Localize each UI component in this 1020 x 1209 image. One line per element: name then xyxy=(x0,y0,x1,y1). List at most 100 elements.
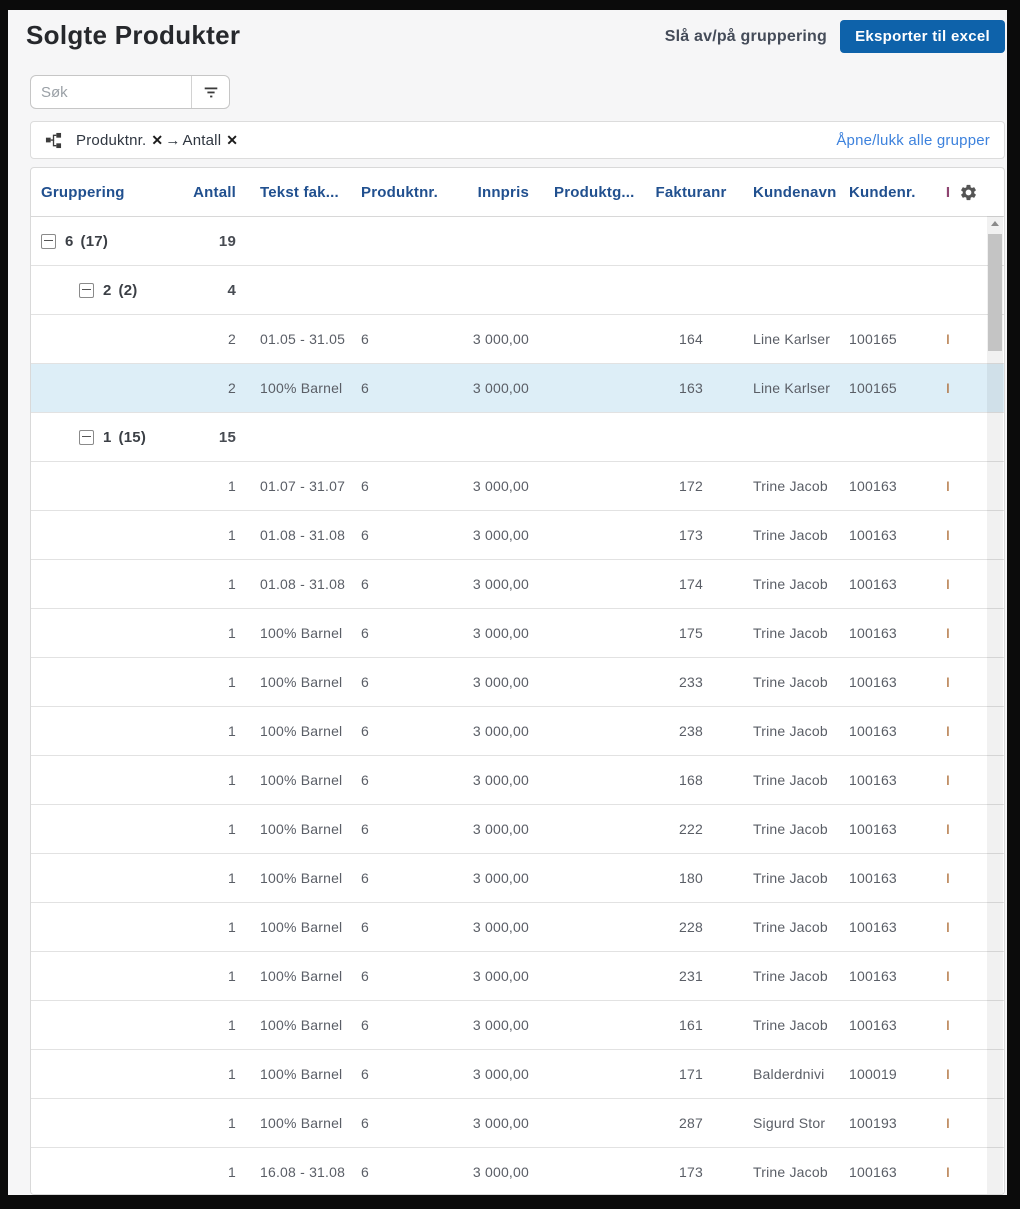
tekst-faktura-cell: 100% Barnel xyxy=(260,723,343,739)
tekst-faktura-cell: 100% Barnel xyxy=(260,1066,343,1082)
produktnr-cell: 6 xyxy=(361,1164,369,1180)
filter-button[interactable] xyxy=(191,76,229,108)
collapse-group-icon[interactable] xyxy=(41,233,56,249)
table-row[interactable]: 2 01.05 - 31.05 6 3 000,00 164 Line Karlser 10… xyxy=(31,315,1004,364)
fakturanr-cell: 168 xyxy=(679,772,703,788)
table-row[interactable]: 1 100% Barnel 6 3 000,00 222 Trine Jacob 10016… xyxy=(31,805,1004,854)
filter-icon xyxy=(202,83,220,101)
table-row[interactable]: 1 100% Barnel 6 3 000,00 161 Trine Jacob 10016… xyxy=(31,1001,1004,1050)
kundenavn-cell: Sigurd Stor xyxy=(753,1115,826,1131)
antall-cell: 1 xyxy=(228,576,236,592)
scroll-up-arrow-icon[interactable] xyxy=(991,221,999,226)
kundenavn-cell: Trine Jacob xyxy=(753,527,828,543)
kundenavn-cell: Trine Jacob xyxy=(753,478,828,494)
row-i-marker: I xyxy=(945,821,951,837)
products-table: Gruppering Antall Tekst fak... Produktnr. In… xyxy=(30,167,1005,1195)
produktnr-cell: 6 xyxy=(361,576,369,592)
innpris-cell: 3 000,00 xyxy=(472,772,529,788)
kundenr-cell: 100163 xyxy=(849,625,897,641)
tekst-faktura-cell: 01.08 - 31.08 xyxy=(260,576,346,592)
table-row[interactable]: 1 100% Barnel 6 3 000,00 171 Balderdnivi 10001… xyxy=(31,1050,1004,1099)
row-i-marker: I xyxy=(945,1066,951,1082)
table-body: 6 (17) 19 2 (2) 4 2 01.05 - 31.05 6 3 000,00 164 Li… xyxy=(31,217,1004,1194)
table-header-row: Gruppering Antall Tekst fak... Produktnr. In… xyxy=(31,168,1004,217)
fakturanr-cell: 238 xyxy=(679,723,703,739)
kundenavn-cell: Trine Jacob xyxy=(753,870,828,886)
table-row[interactable]: 1 100% Barnel 6 3 000,00 231 Trine Jacob 10016… xyxy=(31,952,1004,1001)
kundenr-cell: 100163 xyxy=(849,870,897,886)
column-settings-gear-icon[interactable] xyxy=(959,183,978,202)
table-row[interactable]: 1 100% Barnel 6 3 000,00 238 Trine Jacob 10016… xyxy=(31,707,1004,756)
vertical-scrollbar[interactable] xyxy=(987,216,1003,1194)
column-header-antall[interactable]: Antall xyxy=(191,184,236,201)
remove-group-icon[interactable]: ✕ xyxy=(151,132,163,149)
row-i-marker: I xyxy=(945,1164,951,1180)
collapse-group-icon[interactable] xyxy=(79,282,94,298)
remove-group-icon[interactable]: ✕ xyxy=(226,132,238,149)
table-row[interactable]: 1 16.08 - 31.08 6 3 000,00 173 Trine Jacob 100… xyxy=(31,1148,1004,1194)
fakturanr-cell: 171 xyxy=(679,1066,703,1082)
grouping-bar: Produktnr. ✕ → Antall ✕ Åpne/lukk alle g… xyxy=(30,121,1005,159)
innpris-cell: 3 000,00 xyxy=(472,674,529,690)
table-row[interactable]: 1 01.07 - 31.07 6 3 000,00 172 Trine Jacob 100… xyxy=(31,462,1004,511)
column-header-i[interactable]: I xyxy=(941,184,955,201)
innpris-cell: 3 000,00 xyxy=(472,1115,529,1131)
group-row[interactable]: 6 (17) 19 xyxy=(31,217,1004,266)
row-i-marker: I xyxy=(945,919,951,935)
kundenavn-cell: Trine Jacob xyxy=(753,821,828,837)
produktnr-cell: 6 xyxy=(361,968,369,984)
fakturanr-cell: 164 xyxy=(679,331,703,347)
table-row[interactable]: 1 01.08 - 31.08 6 3 000,00 173 Trine Jacob 100… xyxy=(31,511,1004,560)
antall-cell: 1 xyxy=(228,1066,236,1082)
fakturanr-cell: 222 xyxy=(679,821,703,837)
table-row[interactable]: 1 01.08 - 31.08 6 3 000,00 174 Trine Jacob 100… xyxy=(31,560,1004,609)
collapse-group-icon[interactable] xyxy=(79,429,94,445)
column-header-tekst-fak[interactable]: Tekst fak... xyxy=(260,184,356,201)
produktnr-cell: 6 xyxy=(361,380,369,396)
table-row[interactable]: 2 100% Barnel 6 3 000,00 163 Line Karlser 1001… xyxy=(31,364,1004,413)
group-chip-antall[interactable]: Antall ✕ xyxy=(183,132,239,149)
group-row[interactable]: 2 (2) 4 xyxy=(31,266,1004,315)
toggle-grouping-button[interactable]: Slå av/på gruppering xyxy=(665,28,827,46)
column-header-kundenavn[interactable]: Kundenavn xyxy=(753,184,843,201)
tekst-faktura-cell: 100% Barnel xyxy=(260,1017,343,1033)
column-header-innpris[interactable]: Innpris xyxy=(461,184,529,201)
fakturanr-cell: 173 xyxy=(679,527,703,543)
tekst-faktura-cell: 100% Barnel xyxy=(260,870,343,886)
fakturanr-cell: 233 xyxy=(679,674,703,690)
fakturanr-cell: 175 xyxy=(679,625,703,641)
table-row[interactable]: 1 100% Barnel 6 3 000,00 180 Trine Jacob 10016… xyxy=(31,854,1004,903)
tekst-faktura-cell: 100% Barnel xyxy=(260,1115,343,1131)
column-header-produktnr[interactable]: Produktnr. xyxy=(361,184,461,201)
tekst-faktura-cell: 01.05 - 31.05 xyxy=(260,331,346,347)
tekst-faktura-cell: 100% Barnel xyxy=(260,821,343,837)
column-header-produktg[interactable]: Produktg... xyxy=(554,184,639,201)
group-cell: 2 (2) xyxy=(31,282,191,299)
column-header-kundenr[interactable]: Kundenr. xyxy=(849,184,921,201)
innpris-cell: 3 000,00 xyxy=(472,919,529,935)
group-antall-sum: 15 xyxy=(218,428,236,446)
table-row[interactable]: 1 100% Barnel 6 3 000,00 233 Trine Jacob 10016… xyxy=(31,658,1004,707)
column-header-fakturanr[interactable]: Fakturanr xyxy=(651,184,731,201)
row-i-marker: I xyxy=(945,331,951,347)
search-input[interactable] xyxy=(31,76,191,108)
antall-cell: 1 xyxy=(228,968,236,984)
table-row[interactable]: 1 100% Barnel 6 3 000,00 287 Sigurd Stor 10019… xyxy=(31,1099,1004,1148)
group-chip-produktnr[interactable]: Produktnr. ✕ xyxy=(76,132,163,149)
row-i-marker: I xyxy=(945,968,951,984)
export-to-excel-button[interactable]: Eksporter til excel xyxy=(840,20,1005,53)
tekst-faktura-cell: 100% Barnel xyxy=(260,772,343,788)
group-row[interactable]: 1 (15) 15 xyxy=(31,413,1004,462)
open-close-all-groups-link[interactable]: Åpne/lukk alle grupper xyxy=(836,132,990,149)
search-box xyxy=(30,75,230,109)
column-header-gruppering[interactable]: Gruppering xyxy=(31,184,191,201)
antall-cell: 1 xyxy=(228,870,236,886)
kundenavn-cell: Balderdnivi xyxy=(753,1066,825,1082)
table-row[interactable]: 1 100% Barnel 6 3 000,00 175 Trine Jacob 10016… xyxy=(31,609,1004,658)
row-i-marker: I xyxy=(945,380,951,396)
antall-cell: 1 xyxy=(228,1164,236,1180)
antall-cell: 1 xyxy=(228,527,236,543)
scrollbar-thumb[interactable] xyxy=(988,234,1002,351)
table-row[interactable]: 1 100% Barnel 6 3 000,00 168 Trine Jacob 10016… xyxy=(31,756,1004,805)
table-row[interactable]: 1 100% Barnel 6 3 000,00 228 Trine Jacob 10016… xyxy=(31,903,1004,952)
